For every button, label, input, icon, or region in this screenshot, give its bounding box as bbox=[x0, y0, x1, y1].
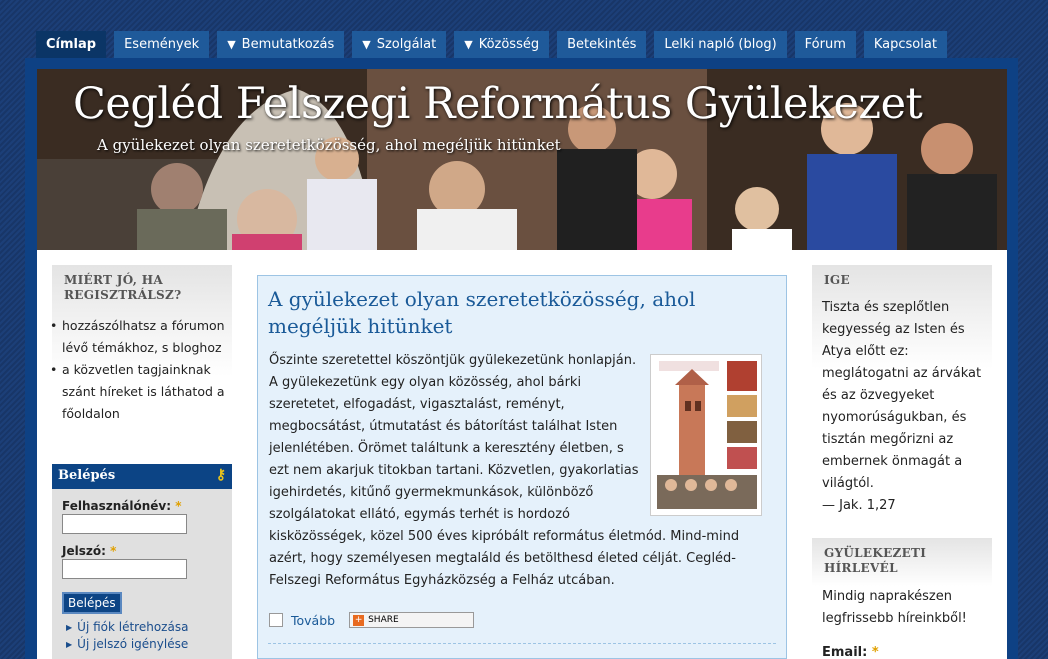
create-account-link[interactable]: ▶ Új fiók létrehozása bbox=[66, 620, 188, 634]
main-nav: Címlap Események ▼ Bemutatkozás ▼ Szolgála… bbox=[36, 31, 955, 58]
read-more-link[interactable]: Tovább bbox=[291, 613, 335, 628]
nav-item-betekintes[interactable]: Betekintés bbox=[557, 31, 647, 58]
nav-item-bemutatkozas[interactable]: ▼ Bemutatkozás bbox=[217, 31, 345, 58]
triangle-right-icon: ▶ bbox=[66, 640, 73, 649]
main-article: A gyülekezet olyan szeretetközösség, aho… bbox=[257, 275, 787, 659]
triangle-right-icon: ▶ bbox=[66, 623, 73, 632]
login-block: Belépés ⚷ Felhasználónév: * Jelszó: * Be… bbox=[52, 464, 232, 659]
username-label: Felhasználónév: * bbox=[62, 499, 182, 513]
document-icon bbox=[269, 613, 283, 627]
login-submit-button[interactable]: Belépés bbox=[62, 592, 122, 614]
password-input[interactable] bbox=[62, 559, 187, 579]
why-register-heading: Miért jó, ha regisztrálsz? bbox=[64, 273, 182, 302]
login-heading: Belépés ⚷ bbox=[52, 464, 232, 489]
bible-verse-block: Ige Tiszta és szeplőtlen kegyesség az Is… bbox=[812, 265, 992, 525]
bible-verse-text: Tiszta és szeplőtlen kegyesség az Isten … bbox=[822, 300, 982, 513]
nav-item-kozosseg[interactable]: ▼ Közösség bbox=[454, 31, 550, 58]
nav-item-lelki-naplo[interactable]: Lelki napló (blog) bbox=[654, 31, 787, 58]
bible-verse-reference: — Jak. 1,27 bbox=[822, 498, 896, 513]
brochure-picture bbox=[651, 355, 761, 515]
site-title[interactable]: Cegléd Felszegi Református Gyülekezet bbox=[73, 79, 923, 129]
nav-item-cimlap[interactable]: Címlap bbox=[36, 31, 107, 58]
divider bbox=[268, 643, 776, 644]
nav-item-esemenyek[interactable]: Események bbox=[114, 31, 210, 58]
dropdown-triangle-icon: ▼ bbox=[362, 38, 371, 51]
church-brochure-image bbox=[650, 354, 762, 516]
why-register-block: Miért jó, ha regisztrálsz? hozzászólhats… bbox=[50, 265, 232, 451]
newsletter-text: Mindig naprakészen legfrissebb híreinkbő… bbox=[822, 589, 967, 626]
article-actions: Tovább + SHARE bbox=[269, 612, 475, 628]
bible-verse-heading: Ige bbox=[824, 273, 850, 287]
list-item: a közvetlen tagjainknak szánt híreket is… bbox=[50, 359, 230, 425]
username-input[interactable] bbox=[62, 514, 187, 534]
nav-item-szolgalat[interactable]: ▼ Szolgálat bbox=[352, 31, 447, 58]
site-slogan: A gyülekezet olyan szeretetközösség, aho… bbox=[97, 136, 561, 154]
why-register-list: hozzászólhatsz a fórumon lévő témákhoz, … bbox=[50, 315, 230, 425]
article-body: Őszinte szeretettel köszöntjük gyülekeze… bbox=[269, 350, 774, 592]
list-item: hozzászólhatsz a fórumon lévő témákhoz, … bbox=[50, 315, 230, 359]
dropdown-triangle-icon: ▼ bbox=[227, 38, 236, 51]
plus-icon: + bbox=[353, 614, 365, 626]
header-banner: Cegléd Felszegi Református Gyülekezet A … bbox=[37, 69, 1007, 250]
newsletter-email-label: Email: * bbox=[822, 645, 879, 659]
newsletter-block: Gyülekezeti hírlevél Mindig naprakészen … bbox=[812, 538, 992, 659]
request-password-link[interactable]: ▶ Új jelszó igénylése bbox=[66, 637, 188, 651]
password-label: Jelszó: * bbox=[62, 544, 117, 558]
newsletter-heading: Gyülekezeti hírlevél bbox=[824, 546, 927, 575]
article-title[interactable]: A gyülekezet olyan szeretetközösség, aho… bbox=[268, 286, 768, 340]
nav-item-forum[interactable]: Fórum bbox=[794, 31, 856, 58]
keys-icon: ⚷ bbox=[215, 467, 226, 483]
dropdown-triangle-icon: ▼ bbox=[464, 38, 473, 51]
share-button[interactable]: + SHARE bbox=[349, 612, 475, 628]
nav-item-kapcsolat[interactable]: Kapcsolat bbox=[863, 31, 947, 58]
